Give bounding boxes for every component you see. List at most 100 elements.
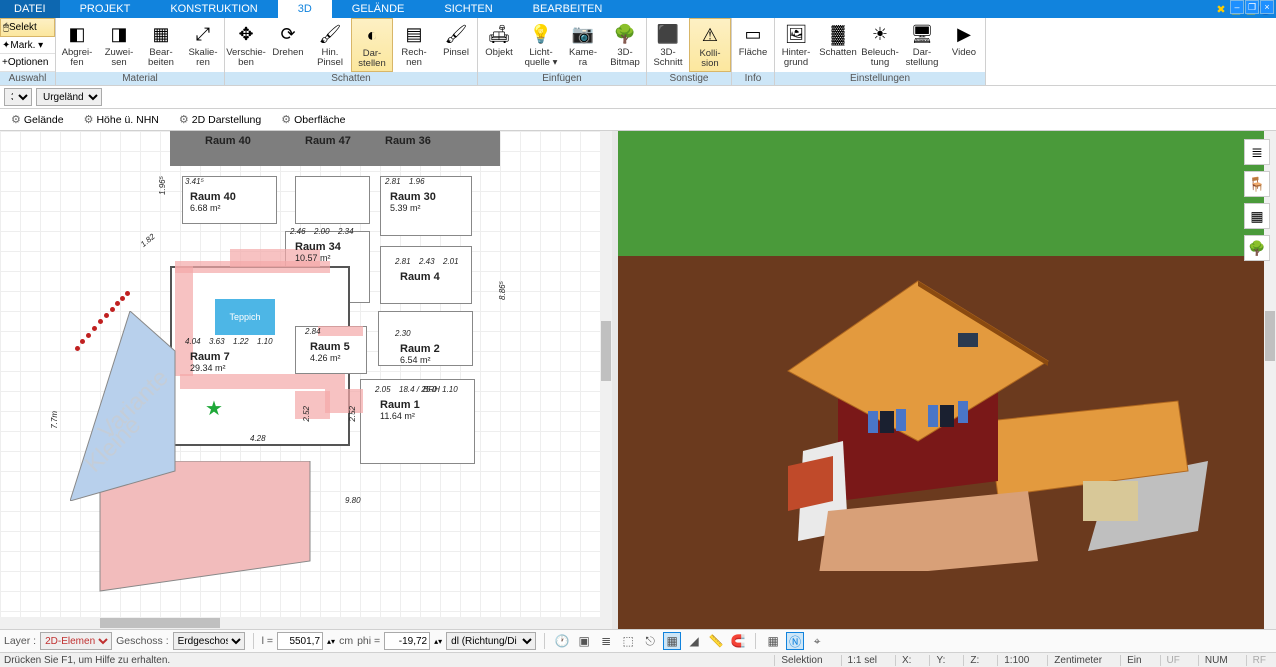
layers-icon[interactable]: ≣ — [1244, 139, 1270, 165]
room-label: Raum 47 — [305, 135, 351, 147]
oberflaeche-button[interactable]: ⚙Oberfläche — [274, 111, 352, 128]
ribbon-btn-kollision[interactable]: ⚠Kolli-sion — [689, 18, 731, 72]
scrollbar-horizontal[interactable] — [0, 617, 600, 629]
minimize-button[interactable]: – — [1230, 0, 1244, 14]
ribbon-btn-label: Dar-stellen — [358, 49, 385, 69]
ribbon-group-label: Material — [56, 72, 224, 85]
dim-label: 4.04 — [185, 337, 201, 346]
ribbon-btn-label: Verschie-ben — [226, 48, 266, 68]
close-button[interactable]: × — [1260, 0, 1274, 14]
2d-floorplan-pane[interactable]: Teppich Kleine Variante ★ Raum 402.58Rau… — [0, 131, 612, 629]
house-3d — [778, 271, 1158, 551]
ribbon-btn-skalieren[interactable]: ⤢Skalie-ren — [182, 18, 224, 72]
dim-label: 2.46 — [290, 227, 306, 236]
ribbon-icon: ⟳ — [276, 22, 300, 46]
ribbon-icon: 🌳 — [613, 22, 637, 46]
ribbon-btn-video[interactable]: ▶Video — [943, 18, 985, 72]
ribbon-icon: 🖌 — [444, 22, 468, 46]
ribbon-btn-zuweisen[interactable]: ◨Zuwei-sen — [98, 18, 140, 72]
ribbon-btn-kamera[interactable]: 📷Kame-ra — [562, 18, 604, 72]
mark-button[interactable]: ✦ Mark. ▾ — [0, 37, 55, 55]
room-label: Raum 1 — [380, 399, 420, 411]
snap-angle-icon[interactable]: ◢ — [685, 632, 703, 650]
ribbon-icon: ✥ — [234, 22, 258, 46]
ribbon-btn-flche[interactable]: ▭ Fläche — [732, 18, 774, 72]
tool-icon[interactable]: ✖ — [1214, 2, 1228, 16]
ribbon-btn-rechnen[interactable]: ▤Rech-nen — [393, 18, 435, 72]
length-label: l = — [262, 635, 273, 647]
ribbon-btn-drehen[interactable]: ⟳Drehen — [267, 18, 309, 72]
ribbon-btn-darstellen[interactable]: ◐Dar-stellen — [351, 18, 393, 72]
ribbon-btn-label: Zuwei-sen — [105, 48, 134, 68]
ribbon-btn-objekt[interactable]: 🛋Objekt — [478, 18, 520, 72]
menu-bearbeiten[interactable]: BEARBEITEN — [513, 0, 623, 18]
properties-bar: ⚙Gelände ⚙Höhe ü. NHN ⚙2D Darstellung ⚙O… — [0, 109, 1276, 131]
maximize-button[interactable]: ❐ — [1245, 0, 1259, 14]
ribbon-btn-pinsel[interactable]: 🖌Pinsel — [435, 18, 477, 72]
menu-konstruktion[interactable]: KONSTRUKTION — [150, 0, 277, 18]
screen-icon[interactable]: ▣ — [575, 632, 593, 650]
floorplan: Teppich Kleine Variante ★ Raum 402.58Rau… — [100, 131, 570, 621]
layer-select[interactable]: Urgelände — [36, 88, 102, 106]
menu-3d[interactable]: 3D — [278, 0, 332, 18]
ribbon-btn-bearbeiten[interactable]: ▦Bear-beiten — [140, 18, 182, 72]
room-label: Raum 40 — [190, 191, 236, 203]
ribbon-btn-hintergrund[interactable]: 🖼Hinter-grund — [775, 18, 817, 72]
snap-grid-icon[interactable]: ▦ — [663, 632, 681, 650]
menu-sichten[interactable]: SICHTEN — [424, 0, 512, 18]
spinner[interactable]: ▴▾ — [434, 638, 442, 645]
phi-input[interactable] — [384, 632, 430, 650]
ribbon-btn-label: Fläche — [739, 48, 768, 58]
geschoss-select[interactable]: Erdgeschos — [173, 632, 245, 650]
clock-icon[interactable]: 🕐 — [553, 632, 571, 650]
dim-label: 1.82 — [139, 232, 157, 249]
ruler-icon[interactable]: 📏 — [707, 632, 725, 650]
ribbon-btn-label: Objekt — [485, 48, 512, 58]
ribbon-btn-hinpinsel[interactable]: 🖌Hin.Pinsel — [309, 18, 351, 72]
view-mode-select[interactable]: 3D — [4, 88, 32, 106]
compass-icon[interactable]: ⌖ — [808, 632, 826, 650]
ribbon-icon: 💡 — [529, 22, 553, 46]
ribbon-btn-darstellung[interactable]: 🖥Dar-stellung — [901, 18, 943, 72]
optionen-button[interactable]: +Optionen — [0, 54, 55, 72]
3d-view-pane[interactable] — [618, 131, 1276, 629]
ribbon-btn-label: Hinter-grund — [782, 48, 811, 68]
ribbon-btn-lichtquelle[interactable]: 💡Licht-quelle ▾ — [520, 18, 562, 72]
snap-icon[interactable]: ⎋ — [641, 632, 659, 650]
layer-select-bottom[interactable]: 2D-Elemen — [40, 632, 112, 650]
cube-icon[interactable]: ⬚ — [619, 632, 637, 650]
selekt-button[interactable]: 🖱 Selekt — [0, 18, 55, 37]
menu-file[interactable]: DATEI — [0, 0, 60, 18]
ribbon-btn-dbitmap[interactable]: 🌳3D-Bitmap — [604, 18, 646, 72]
ribbon-btn-abgreifen[interactable]: ◧Abgrei-fen — [56, 18, 98, 72]
layers-icon-2[interactable]: ≣ — [597, 632, 615, 650]
menu-projekt[interactable]: PROJEKT — [60, 0, 151, 18]
spinner[interactable]: ▴▾ — [327, 638, 335, 645]
menu-gelaende[interactable]: GELÄNDE — [332, 0, 425, 18]
plants-icon[interactable]: 🌳 — [1244, 235, 1270, 261]
hoehe-button[interactable]: ⚙Höhe ü. NHN — [77, 111, 166, 128]
ribbon-group-label: Einfügen — [478, 72, 646, 85]
2d-darstellung-button[interactable]: ⚙2D Darstellung — [172, 111, 268, 128]
status-y: Y: — [929, 655, 951, 666]
length-input[interactable] — [277, 632, 323, 650]
gelaende-button[interactable]: ⚙Gelände — [4, 111, 71, 128]
grid-toggle-icon[interactable]: ▦ — [764, 632, 782, 650]
scrollbar-vertical[interactable] — [600, 131, 612, 629]
ribbon-btn-label: Rech-nen — [401, 48, 426, 68]
furniture-icon[interactable]: 🪑 — [1244, 171, 1270, 197]
materials-icon[interactable]: ▦ — [1244, 203, 1270, 229]
ribbon-icon: ▭ — [741, 22, 765, 46]
status-unit: Zentimeter — [1047, 655, 1108, 666]
ribbon-btn-label: Abgrei-fen — [62, 48, 93, 68]
ribbon-btn-verschieben[interactable]: ✥Verschie-ben — [225, 18, 267, 72]
north-icon[interactable]: Ⓝ — [786, 632, 804, 650]
magnet-icon[interactable]: 🧲 — [729, 632, 747, 650]
dim-label: 9.80 — [345, 496, 361, 505]
dl-select[interactable]: dl (Richtung/Di — [446, 632, 536, 650]
ribbon-group-info: ▭FlächeInfo — [732, 18, 775, 85]
ribbon-btn-beleuchtung[interactable]: ☀Beleuch-tung — [859, 18, 901, 72]
room-label: Raum 40 — [205, 135, 251, 147]
ribbon-btn-schatten[interactable]: ▓Schatten — [817, 18, 859, 72]
ribbon-btn-dschnitt[interactable]: ⬛3D-Schnitt — [647, 18, 689, 72]
